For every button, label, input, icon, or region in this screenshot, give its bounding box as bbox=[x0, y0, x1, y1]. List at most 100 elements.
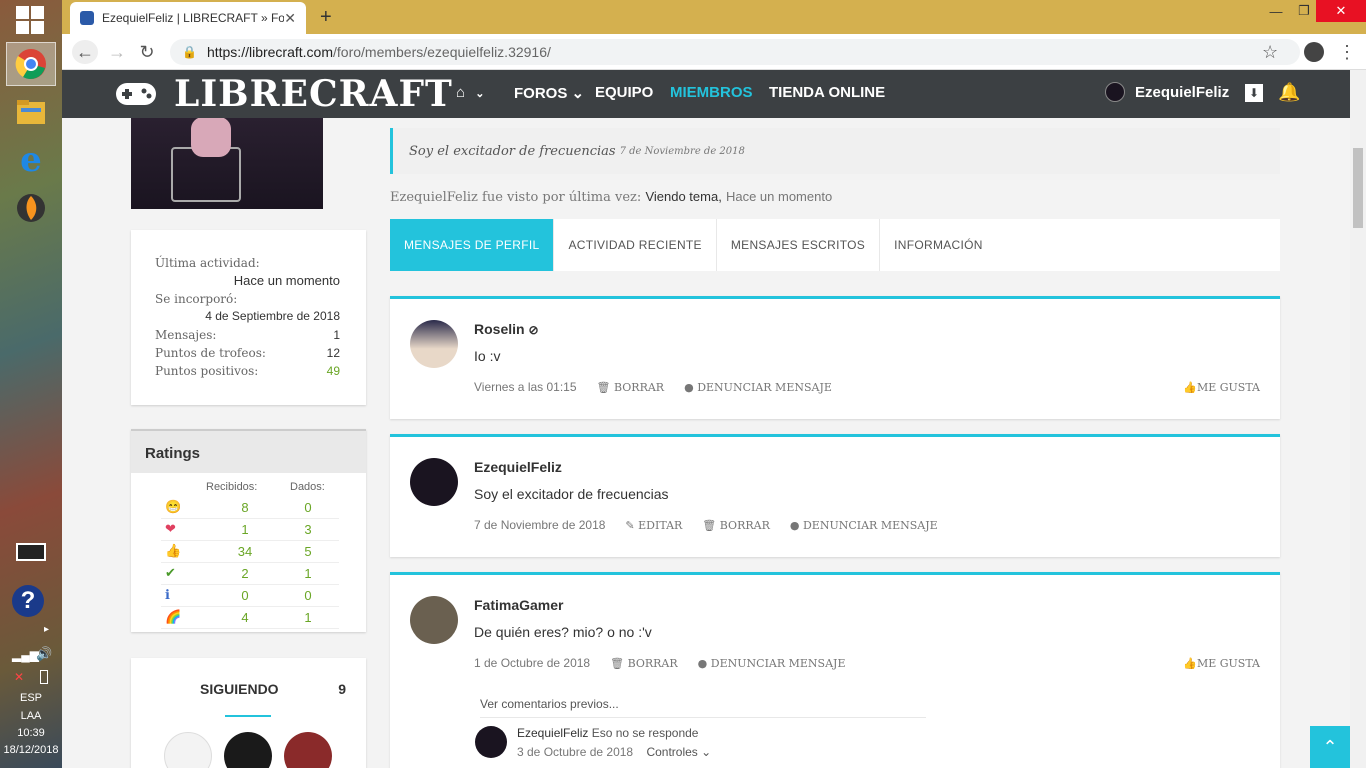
clock-date[interactable]: 18/12/2018 bbox=[0, 744, 62, 756]
ratings-title: Ratings bbox=[131, 429, 366, 473]
post-date[interactable]: Viernes a las 01:15 bbox=[474, 380, 577, 394]
page-scrollbar[interactable] bbox=[1350, 70, 1366, 768]
rating-given[interactable]: 1 bbox=[296, 566, 320, 581]
network-icon[interactable]: ▂▄▆ bbox=[12, 648, 39, 662]
like-button[interactable]: 👍ME GUSTA bbox=[1183, 381, 1260, 394]
rating-given[interactable]: 0 bbox=[296, 588, 320, 603]
rating-row: 🌈 4 1 bbox=[161, 607, 339, 629]
rating-row: 😁 8 0 bbox=[161, 497, 339, 519]
logo-text: LIBRECRAFT bbox=[174, 73, 453, 115]
last-seen: EzequielFeliz fue visto por última vez: … bbox=[390, 189, 832, 205]
post-body: Soy el excitador de frecuencias bbox=[474, 486, 669, 502]
inbox-icon[interactable]: ⬇ bbox=[1245, 84, 1263, 102]
post-date[interactable]: 7 de Noviembre de 2018 bbox=[474, 518, 605, 532]
avatar[interactable] bbox=[410, 596, 458, 644]
tab-recent-activity[interactable]: ACTIVIDAD RECIENTE bbox=[554, 219, 717, 271]
internet-explorer-icon[interactable]: e bbox=[6, 138, 56, 182]
delete-button[interactable]: 🗑 BORRAR bbox=[597, 381, 665, 394]
extension-icon[interactable] bbox=[1304, 42, 1324, 62]
rating-received[interactable]: 4 bbox=[231, 610, 259, 625]
comment-controls[interactable]: Controles ⌄ bbox=[646, 745, 711, 759]
report-button[interactable]: ● DENUNCIAR MENSAJE bbox=[684, 381, 832, 394]
rating-received[interactable]: 1 bbox=[231, 522, 259, 537]
report-button[interactable]: ● DENUNCIAR MENSAJE bbox=[790, 519, 938, 532]
chrome-taskbar-icon[interactable] bbox=[6, 42, 56, 86]
keyboard-layout[interactable]: LAA bbox=[0, 710, 62, 722]
funny-icon: 😁 bbox=[165, 499, 182, 514]
post-author[interactable]: Roselin ⊘ bbox=[474, 321, 539, 337]
following-label: SIGUIENDO bbox=[200, 681, 279, 697]
home-icon[interactable]: ⌂ ⌄ bbox=[456, 84, 484, 101]
tab-information[interactable]: INFORMACIÓN bbox=[880, 219, 997, 271]
stat-label: Última actividad: bbox=[155, 256, 260, 270]
tab-profile-posts[interactable]: MENSAJES DE PERFIL bbox=[390, 219, 555, 271]
file-explorer-icon[interactable] bbox=[6, 90, 56, 134]
rating-received[interactable]: 0 bbox=[231, 588, 259, 603]
rating-received[interactable]: 2 bbox=[231, 566, 259, 581]
delete-button[interactable]: 🗑 BORRAR bbox=[702, 519, 770, 532]
rating-given[interactable]: 3 bbox=[296, 522, 320, 537]
following-avatar[interactable] bbox=[284, 732, 332, 768]
following-avatar[interactable] bbox=[224, 732, 272, 768]
heart-icon: ❤ bbox=[165, 521, 176, 536]
rating-received[interactable]: 34 bbox=[231, 544, 259, 559]
comment-date[interactable]: 3 de Octubre de 2018 bbox=[517, 745, 633, 759]
rating-given[interactable]: 5 bbox=[296, 544, 320, 559]
new-tab-button[interactable]: + bbox=[320, 6, 332, 29]
delete-button[interactable]: 🗑 BORRAR bbox=[610, 657, 678, 670]
like-button[interactable]: 👍ME GUSTA bbox=[1183, 657, 1260, 670]
edit-button[interactable]: ✎ EDITAR bbox=[625, 519, 682, 532]
thumbs-up-icon: 👍 bbox=[165, 543, 182, 558]
nav-forums[interactable]: FOROS ⌄ bbox=[514, 84, 584, 102]
scroll-to-top-button[interactable]: ⌃ bbox=[1310, 726, 1350, 768]
report-button[interactable]: ● DENUNCIAR MENSAJE bbox=[698, 657, 846, 670]
bookmark-star-icon[interactable]: ☆ bbox=[1262, 42, 1278, 63]
previous-comments-link[interactable]: Ver comentarios previos... bbox=[480, 697, 926, 718]
user-menu[interactable]: EzequielFeliz bbox=[1105, 82, 1229, 102]
tab-postings[interactable]: MENSAJES ESCRITOS bbox=[717, 219, 881, 271]
avatar[interactable] bbox=[410, 458, 458, 506]
rating-given[interactable]: 0 bbox=[296, 500, 320, 515]
help-icon[interactable]: ? bbox=[12, 585, 44, 617]
avatar[interactable] bbox=[410, 320, 458, 368]
rating-received[interactable]: 8 bbox=[231, 500, 259, 515]
menu-icon[interactable]: ⋮ bbox=[1338, 42, 1356, 63]
stat-value: Hace un momento bbox=[233, 273, 340, 288]
nav-store[interactable]: TIENDA ONLINE bbox=[769, 84, 885, 101]
comment-avatar[interactable] bbox=[475, 726, 507, 758]
browser-tab[interactable]: EzequielFeliz | LIBRECRAFT » Foro ✕ bbox=[70, 2, 306, 34]
close-window-icon[interactable]: ✕ bbox=[1316, 0, 1366, 22]
url-input[interactable]: 🔒 https://librecraft.com/foro/members/ez… bbox=[170, 39, 1300, 65]
reload-icon[interactable]: ↻ bbox=[134, 40, 160, 64]
battery-icon[interactable] bbox=[40, 670, 48, 684]
post-date[interactable]: 1 de Octubre de 2018 bbox=[474, 656, 590, 670]
windows-start-button[interactable] bbox=[16, 6, 44, 34]
profile-tabs: MENSAJES DE PERFIL ACTIVIDAD RECIENTE ME… bbox=[390, 219, 1280, 271]
volume-icon[interactable]: 🔊 bbox=[36, 646, 52, 662]
bell-icon[interactable]: 🔔 bbox=[1278, 82, 1300, 103]
site-logo[interactable]: LIBRECRAFT bbox=[114, 73, 453, 115]
site-header: LIBRECRAFT ⌂ ⌄ FOROS ⌄ EQUIPO MIEMBROS T… bbox=[62, 70, 1350, 118]
fl-studio-icon[interactable] bbox=[6, 186, 56, 230]
stat-label: Mensajes: bbox=[155, 328, 217, 342]
comment-author[interactable]: EzequielFeliz bbox=[517, 726, 588, 740]
nav-members[interactable]: MIEMBROS bbox=[670, 84, 753, 101]
last-seen-action[interactable]: Viendo tema, bbox=[645, 189, 721, 204]
touch-keyboard-icon[interactable] bbox=[16, 543, 46, 561]
nav-team[interactable]: EQUIPO bbox=[595, 84, 653, 101]
language-indicator[interactable]: ESP bbox=[0, 692, 62, 704]
stat-value: 49 bbox=[326, 364, 340, 378]
forward-icon[interactable]: → bbox=[104, 40, 130, 64]
rating-given[interactable]: 1 bbox=[296, 610, 320, 625]
post-author[interactable]: FatimaGamer bbox=[474, 597, 563, 613]
post-author[interactable]: EzequielFeliz bbox=[474, 459, 562, 475]
clock-time[interactable]: 10:39 bbox=[0, 727, 62, 739]
following-avatar[interactable] bbox=[164, 732, 212, 768]
profile-post: EzequielFeliz Soy el excitador de frecue… bbox=[390, 434, 1280, 557]
show-hidden-icons-arrow[interactable]: ▸ bbox=[44, 624, 49, 635]
network-disconnected-icon[interactable]: ✕ bbox=[14, 670, 24, 684]
close-tab-icon[interactable]: ✕ bbox=[284, 10, 296, 27]
favicon-icon bbox=[80, 11, 94, 25]
back-icon[interactable]: ← bbox=[72, 40, 98, 64]
author-name[interactable]: Roselin bbox=[474, 321, 525, 337]
